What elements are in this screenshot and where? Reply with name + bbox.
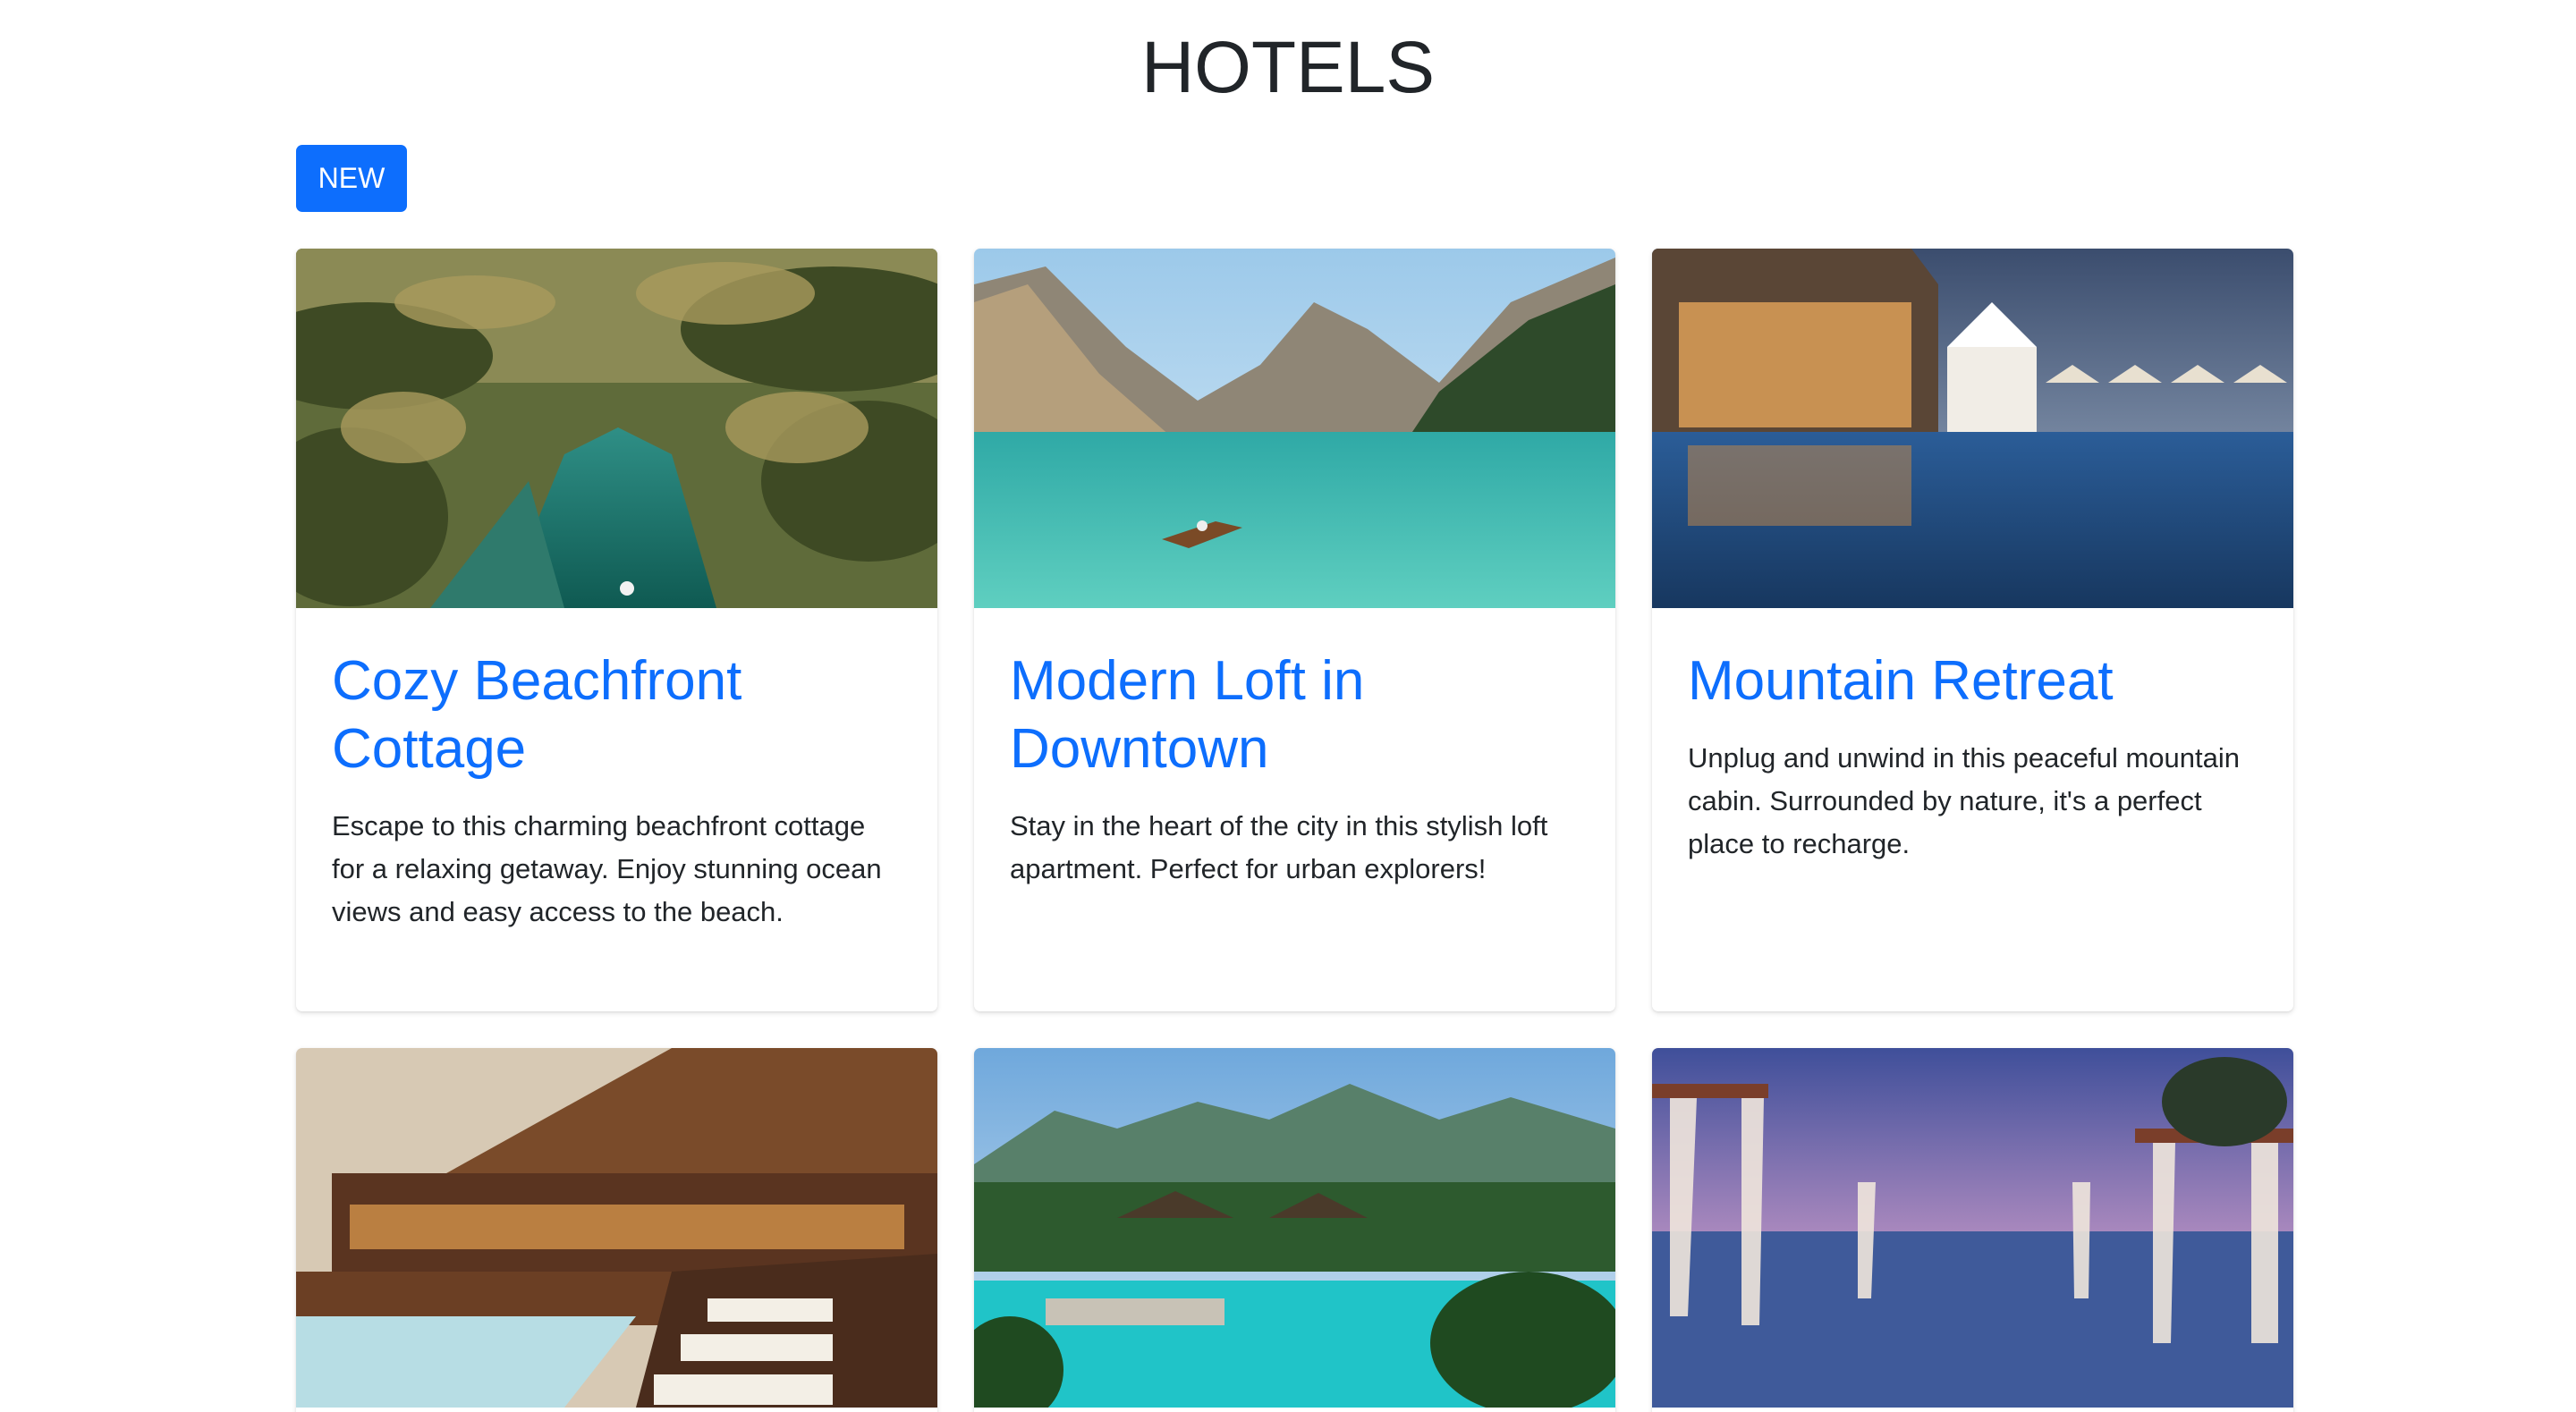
new-hotel-button[interactable]: NEW [296, 145, 407, 212]
hotel-description: Escape to this charming beachfront cotta… [332, 810, 882, 927]
hotels-page: HOTELS NEW Cozy Beachfront Cottage Escap… [0, 0, 2576, 1412]
hotel-image-resort-pool[interactable] [1652, 249, 2293, 608]
hotel-description: Stay in the heart of the city in this st… [1010, 810, 1548, 884]
hotel-title-link[interactable]: Modern Loft in Downtown [1010, 647, 1580, 783]
hotel-card: Cozy Beachfront Cottage Escape to this c… [296, 249, 937, 1011]
hotel-image-tropical-resort[interactable] [974, 1048, 1615, 1408]
hotel-card [974, 1048, 1615, 1412]
hotel-card [1652, 1048, 2293, 1412]
hotel-card: Modern Loft in Downtown Stay in the hear… [974, 249, 1615, 1011]
hotel-title-link[interactable]: Mountain Retreat [1688, 647, 2258, 715]
hotel-image-ocean-cabanas[interactable] [1652, 1048, 2293, 1408]
page-title: HOTELS [1140, 27, 1436, 108]
hotel-card [296, 1048, 937, 1412]
hotel-title-link[interactable]: Cozy Beachfront Cottage [332, 647, 902, 783]
hotel-image-wooden-lodge[interactable] [296, 1048, 937, 1408]
hotel-image-tropical-lagoon[interactable] [296, 249, 937, 608]
hotel-description: Unplug and unwind in this peaceful mount… [1688, 742, 2240, 859]
hotel-card: Mountain Retreat Unplug and unwind in th… [1652, 249, 2293, 1011]
hotel-image-mountain-lake[interactable] [974, 249, 1615, 608]
